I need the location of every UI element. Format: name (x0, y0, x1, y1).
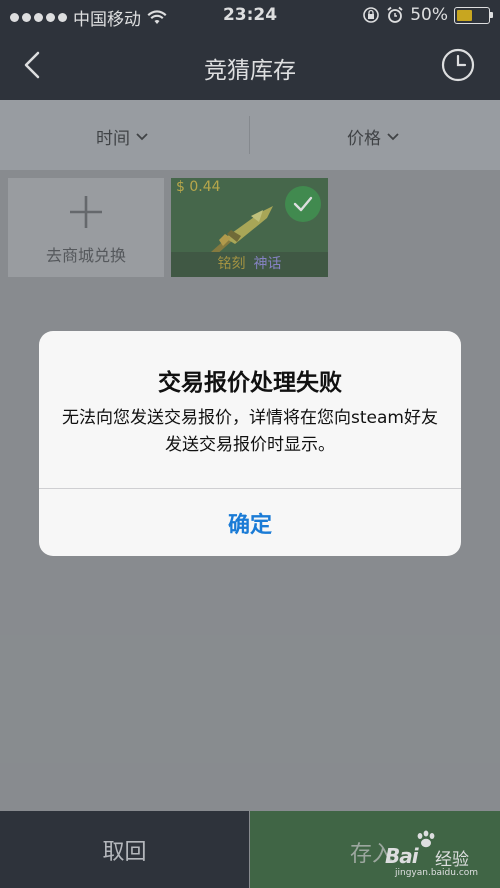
alert-message: 无法向您发送交易报价，详情将在您向steam好友发送交易报价时显示。 (62, 408, 438, 455)
alert-dialog: 交易报价处理失败 无法向您发送交易报价，详情将在您向steam好友发送交易报价时… (39, 331, 461, 556)
alert-title: 交易报价处理失败 (158, 370, 342, 396)
alert-ok-button[interactable]: 确定 (39, 489, 461, 556)
